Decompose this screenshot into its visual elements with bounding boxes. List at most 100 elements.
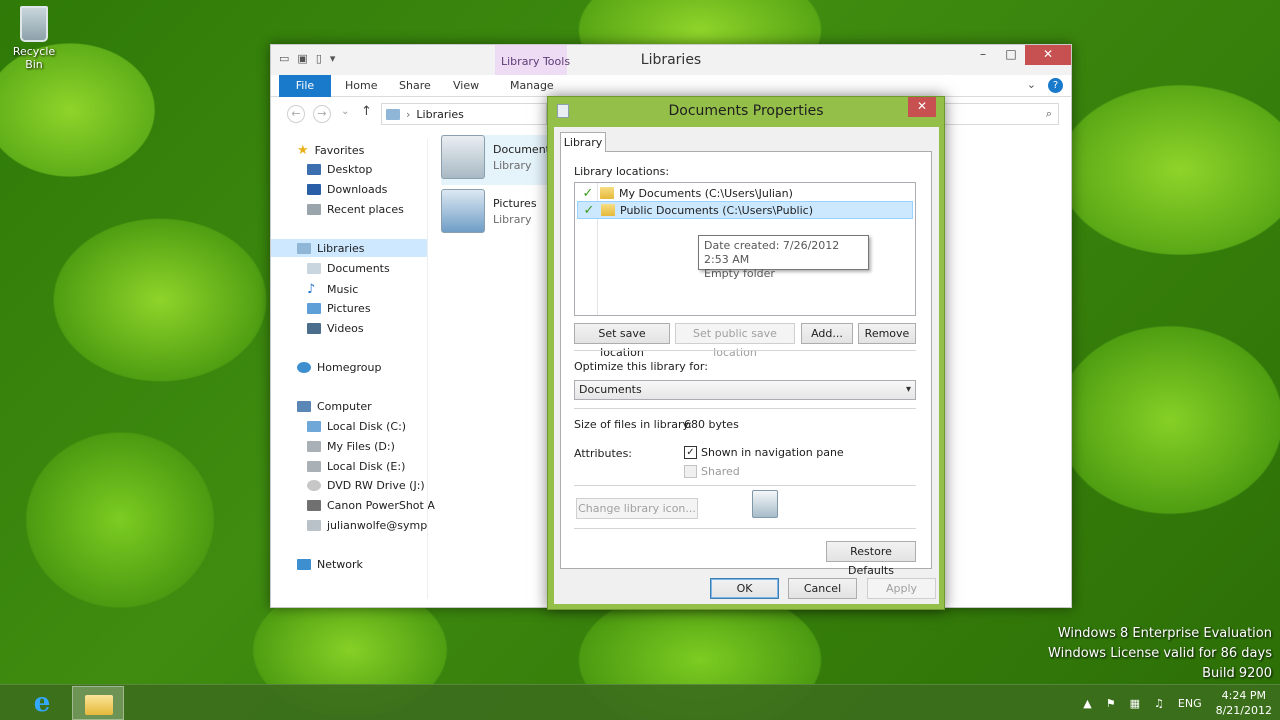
expand-ribbon-icon[interactable]: ⌄ [1027,78,1036,93]
clock-time: 4:24 PM [1221,689,1266,702]
nav-desktop[interactable]: Desktop [307,163,372,176]
nav-label: Computer [317,400,372,413]
library-preview-icon [752,490,778,518]
separator [574,408,916,409]
set-public-save-location-button[interactable]: Set public save location [675,323,795,359]
homegroup-icon [297,362,311,373]
nav-homegroup[interactable]: Homegroup [297,361,381,374]
recycle-bin-label: Recycle Bin [12,45,56,71]
nav-local-disk-c[interactable]: Local Disk (C:) [307,420,406,433]
tab-library[interactable]: Library [560,132,606,152]
dialog-title: Documents Properties [668,103,824,119]
address-box[interactable]: › Libraries [381,103,547,125]
up-icon[interactable]: ↑ [361,104,372,119]
show-hidden-icons-icon[interactable]: ▲ [1083,697,1091,710]
nav-label: Favorites [314,144,365,157]
apply-button[interactable]: Apply [867,578,936,599]
music-icon: ♪ [307,282,316,297]
recycle-bin-icon [20,6,48,42]
check-icon: ✓ [582,185,594,201]
language-indicator[interactable]: ENG [1178,697,1202,710]
nav-videos[interactable]: Videos [307,322,364,335]
checkbox-checked-icon: ✓ [684,446,697,459]
recent-dropdown-icon[interactable]: ⌄ [341,106,349,117]
shown-in-nav-checkbox[interactable]: ✓ Shown in navigation pane [684,446,844,459]
clock-date: 8/21/2012 [1215,704,1272,717]
cancel-button[interactable]: Cancel [788,578,857,599]
separator [574,485,916,486]
nav-label: Local Disk (E:) [327,460,406,473]
maximize-icon[interactable]: □ [997,45,1025,65]
close-icon[interactable]: ✕ [1025,45,1071,65]
library-tab-panel: Library locations: ✓ My Documents (C:\Us… [560,151,932,577]
nav-local-disk-e[interactable]: Local Disk (E:) [307,460,405,473]
watermark-line: Build 9200 [1202,666,1272,681]
optimize-select[interactable]: Documents ▾ [574,380,916,400]
optimize-value: Documents [579,383,642,396]
nav-camera[interactable]: Canon PowerShot A [307,499,435,512]
desktop-icon [307,164,321,175]
tooltip-line: Empty folder [704,267,775,280]
library-tools-label: Library Tools [501,55,571,68]
nav-label: My Files (D:) [327,440,395,453]
clock[interactable]: 4:24 PM 8/21/2012 [1216,688,1272,718]
nav-network[interactable]: Network [297,558,363,571]
nav-label: Local Disk (C:) [327,420,407,433]
tab-manage[interactable]: Manage [510,79,554,92]
tab-share[interactable]: Share [399,79,431,92]
separator [574,350,916,351]
list-item[interactable]: ✓ Public Documents (C:\Users\Public) [577,201,913,219]
remove-button[interactable]: Remove [858,323,916,344]
nav-label: Music [327,283,359,296]
nav-label: Homegroup [317,361,382,374]
volume-icon[interactable]: ♫ [1154,697,1164,710]
internet-explorer-icon[interactable]: e [20,688,64,718]
watermark-line: Windows 8 Enterprise Evaluation [1057,626,1272,641]
forward-icon[interactable]: → [313,105,331,123]
network-status-icon[interactable]: ▦ [1130,697,1140,710]
help-icon[interactable]: ? [1048,78,1063,93]
drive-icon [307,461,321,472]
search-input[interactable]: ⌕ [939,103,1059,125]
nav-documents[interactable]: Documents [307,262,390,275]
explorer-titlebar[interactable]: ▭ ▣ ▯ ▾ Libraries – □ ✕ [271,45,1071,75]
navigation-pane: ★ Favorites Desktop Downloads Recent pla… [271,139,435,599]
checkbox-label: Shown in navigation pane [701,446,844,459]
watermark-line: Windows License valid for 86 days [1048,646,1272,661]
documents-library-icon [441,135,485,179]
action-center-flag-icon[interactable]: ⚑ [1106,697,1116,710]
nav-pictures[interactable]: Pictures [307,302,371,315]
nav-computer[interactable]: Computer [297,400,372,413]
nav-favorites[interactable]: ★ Favorites [297,143,364,158]
nav-my-files-d[interactable]: My Files (D:) [307,440,395,453]
set-save-location-button[interactable]: Set save location [574,323,670,359]
tab-view[interactable]: View [453,79,479,92]
nav-downloads[interactable]: Downloads [307,183,387,196]
folder-icon [85,695,113,715]
nav-skydrive[interactable]: julianwolfe@sympat [307,519,427,532]
file-explorer-taskbar-button[interactable] [72,686,124,720]
ok-button[interactable]: OK [710,578,779,599]
tab-home[interactable]: Home [345,79,377,92]
change-library-icon-button[interactable]: Change library icon... [576,498,698,519]
close-icon[interactable]: ✕ [908,97,936,117]
window-controls: – □ ✕ [969,45,1071,65]
nav-dvd-drive[interactable]: DVD RW Drive (J:) [307,479,425,492]
add-button[interactable]: Add... [801,323,853,344]
pane-divider [427,139,428,599]
library-pictures[interactable]: Pictures Library [441,189,551,239]
nav-libraries[interactable]: Libraries [271,239,427,257]
recycle-bin[interactable]: Recycle Bin [4,6,64,71]
tab-file[interactable]: File [279,75,331,97]
library-documents[interactable]: Document Library [441,135,551,185]
back-icon[interactable]: ← [287,105,305,123]
nav-recent-places[interactable]: Recent places [307,203,404,216]
nav-label: Recent places [327,203,404,216]
dvd-icon [307,480,321,491]
nav-music[interactable]: ♪ Music [307,282,358,297]
tooltip-line: Date created: 7/26/2012 2:53 AM [704,239,840,266]
list-item[interactable]: ✓ My Documents (C:\Users\Julian) [577,184,913,202]
restore-defaults-button[interactable]: Restore Defaults [826,541,916,577]
minimize-icon[interactable]: – [969,45,997,65]
shared-checkbox[interactable]: Shared [684,465,740,478]
